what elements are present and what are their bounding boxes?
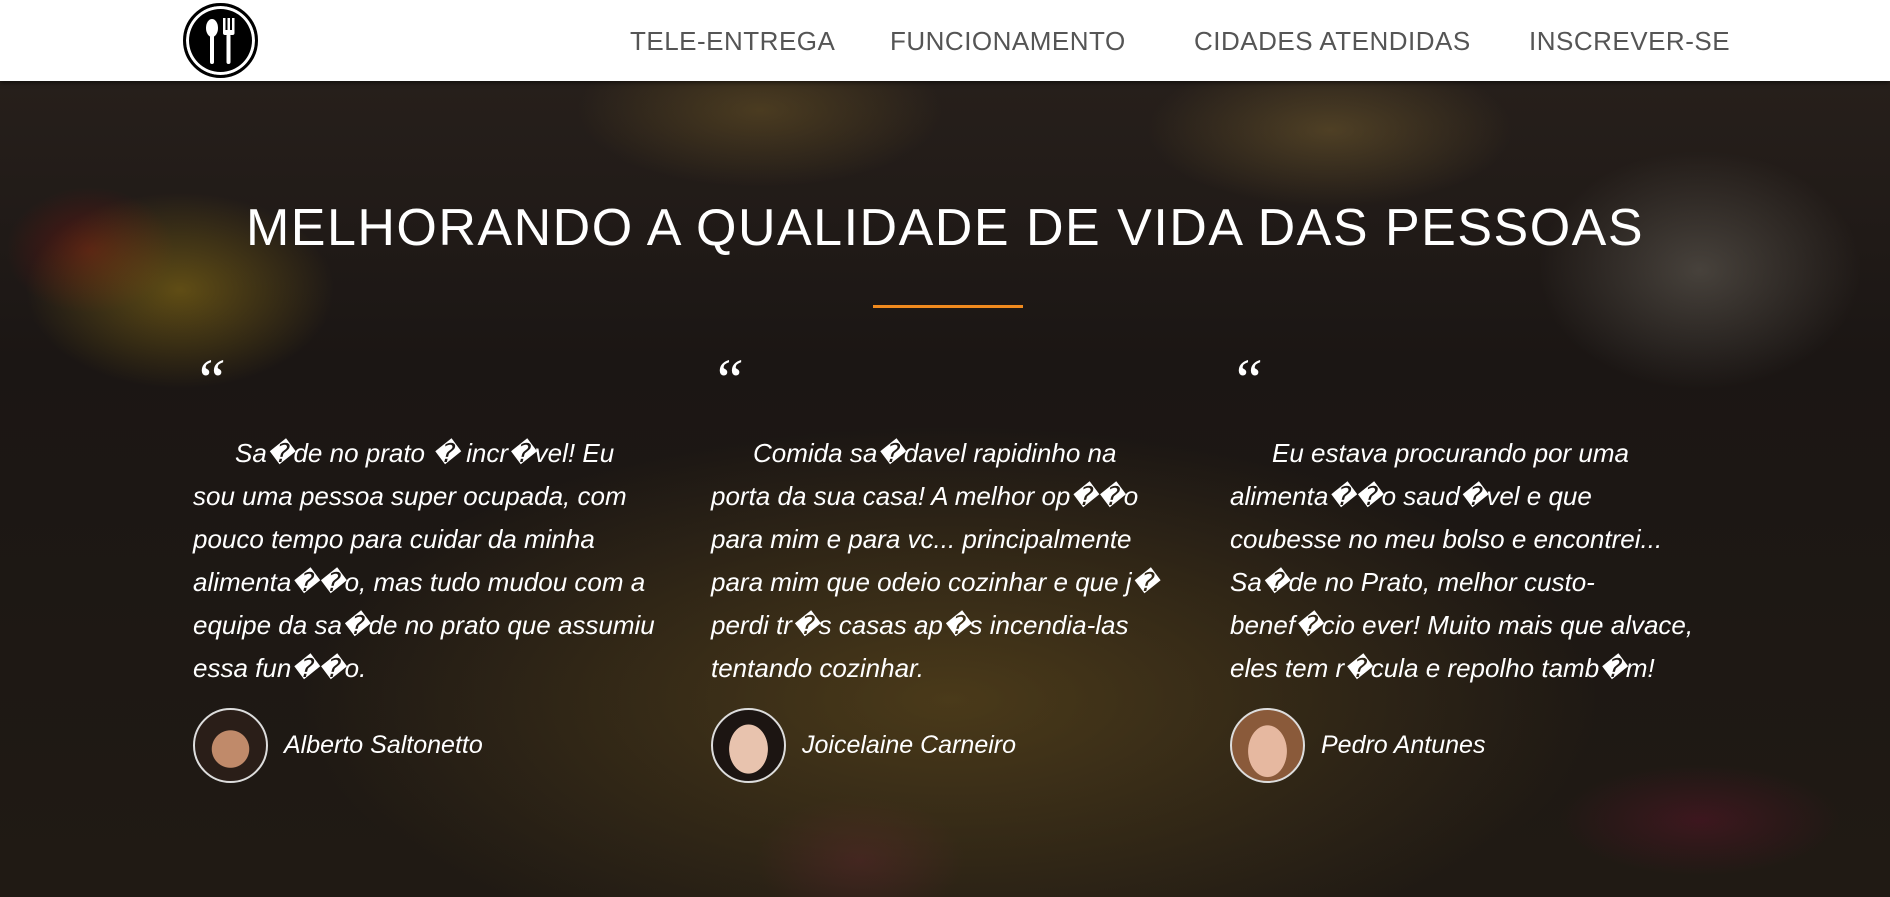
spoon-fork-icon [206, 18, 235, 64]
navbar: TELE-ENTREGA FUNCIONAMENTO CIDADES ATEND… [0, 0, 1890, 81]
logo[interactable] [183, 3, 258, 78]
testimonial-card: “ Eu estava procurando por uma alimenta�… [1230, 347, 1700, 783]
nav-inscrever-se[interactable]: INSCREVER-SE [1529, 26, 1730, 57]
testimonial-text: Comida sa�davel rapidinho na porta da su… [711, 438, 1159, 683]
quote-icon: “ [193, 347, 227, 413]
nav-tele-entrega[interactable]: TELE-ENTREGA [630, 26, 835, 57]
testimonial-author: Pedro Antunes [1230, 708, 1485, 783]
testimonial-card: “ Comida sa�davel rapidinho na porta da … [711, 347, 1181, 783]
nav-cidades-atendidas[interactable]: CIDADES ATENDIDAS [1194, 26, 1471, 57]
quote-icon: “ [1230, 347, 1264, 413]
testimonial-text: Sa�de no prato � incr�vel! Eu sou uma pe… [193, 438, 655, 683]
author-name: Pedro Antunes [1321, 731, 1486, 759]
quote-icon: “ [711, 347, 745, 413]
hero-title: MELHORANDO A QUALIDADE DE VIDA DAS PESSO… [245, 199, 1645, 257]
avatar [711, 708, 786, 783]
testimonial-text: Eu estava procurando por uma alimenta��o… [1230, 438, 1694, 683]
nav-funcionamento[interactable]: FUNCIONAMENTO [890, 26, 1126, 57]
avatar [1230, 708, 1305, 783]
testimonial-author: Alberto Saltonetto [193, 708, 483, 783]
author-name: Joicelaine Carneiro [802, 731, 1017, 759]
title-divider [873, 305, 1023, 308]
testimonial-author: Joicelaine Carneiro [711, 708, 1016, 783]
avatar [193, 708, 268, 783]
author-name: Alberto Saltonetto [284, 731, 483, 759]
testimonial-card: “ Sa�de no prato � incr�vel! Eu sou uma … [193, 347, 663, 783]
